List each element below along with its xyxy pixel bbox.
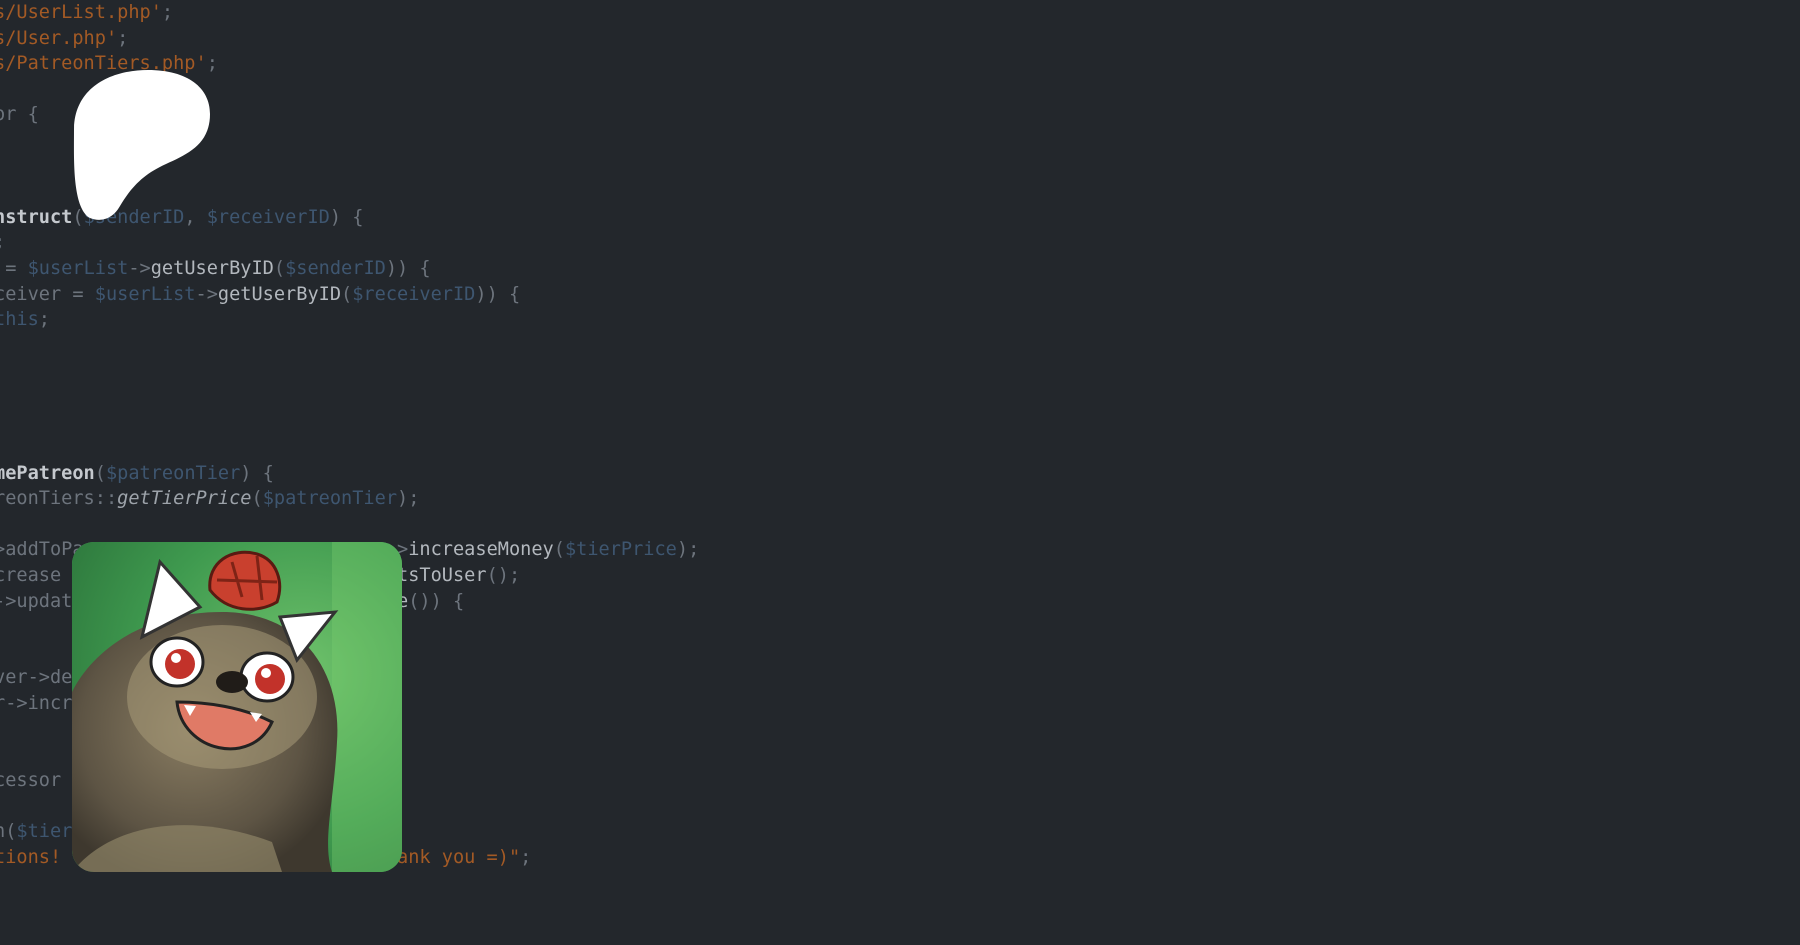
code-token: $receiverID [206,206,330,228]
code-token: -> [128,257,151,279]
code-line: ceiver = $userList->getUserByID($receive… [0,282,699,308]
code-token: ver->de [0,667,73,689]
code-token: or { [0,104,39,126]
code-token: r->incr [0,693,73,715]
code-token: ( [251,488,263,510]
code-token: getTierPrice [117,488,252,510]
code-token: $userList [94,283,196,305]
code-line: = $userList->getUserByID($senderID)) { [0,256,699,282]
sloth-mascot-avatar [72,542,402,872]
code-token: $userList [27,257,129,279]
code-line: s/UserList.php'; [0,0,699,26]
code-token: $tierPrice [564,539,677,561]
patreon-logo-icon [73,70,210,220]
code-token: $patreonTier [262,488,398,510]
code-token: nstruct [0,206,73,228]
code-token: ; [0,232,5,253]
code-token: ceiver = [0,283,95,305]
code-token: = [5,257,17,279]
code-token: $patreonTier [105,462,241,484]
code-token: getUserByID [217,283,342,305]
code-token: getUserByID [150,257,274,279]
code-token: )) { [385,257,431,279]
code-token: ; [161,2,174,23]
code-line: reonTiers::getTierPrice($patreonTier); [0,486,699,512]
code-token: increaseMoney [408,539,554,561]
code-token: $receiverID [352,283,476,305]
code-token: ; [38,309,50,331]
code-token: cessor [0,769,62,791]
code-token: )) { [475,283,521,305]
code-token: ->updat [0,590,73,612]
code-token: ( [94,462,106,484]
code-token: n( [0,821,17,842]
code-token: mePatreon [0,462,95,484]
code-token: ( [273,257,286,279]
code-token: crease [0,565,62,587]
code-line: s/User.php'; [0,26,699,52]
code-token: this [0,309,39,331]
code-token: ); [397,488,420,510]
code-line: ; [0,230,699,256]
code-token: s/UserList.php' [0,2,162,23]
code-token: $tier [16,821,73,842]
code-token: reonTiers:: [0,488,118,510]
code-token: ; [117,27,129,49]
code-line: mePatreon($patreonTier) { [0,461,699,487]
code-line: this; [0,307,699,333]
code-token: ; [520,846,532,868]
code-token: $senderID [285,257,386,279]
code-token: s/User.php' [0,27,118,49]
code-token: ) { [329,206,364,228]
code-token: -> [195,283,218,305]
code-token: ( [553,539,565,561]
code-token: ); [676,539,700,561]
code-token: ()) { [408,590,465,612]
code-token: >addToPa [0,539,84,561]
code-token: ) { [240,462,274,484]
code-token: ( [341,283,353,305]
code-token: (); [486,565,521,587]
